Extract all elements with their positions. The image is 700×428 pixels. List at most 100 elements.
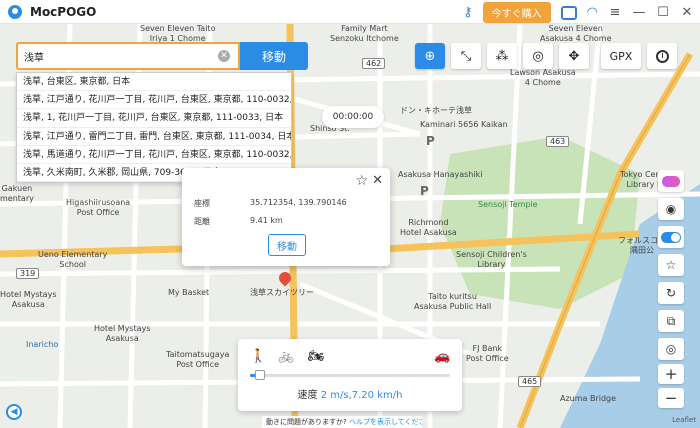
coord-label: 座標 <box>194 199 210 208</box>
bicycle-icon[interactable]: 🚲 <box>278 349 294 364</box>
jump-mode-button[interactable]: ✥ <box>559 43 589 69</box>
leaflet-attribution[interactable]: Leaflet <box>672 416 696 424</box>
back-button[interactable]: ◀ <box>6 404 22 420</box>
car-icon[interactable]: 🚗 <box>434 349 450 364</box>
poi-senso-temple: Sensoji Temple <box>478 200 538 209</box>
zoom-in-button[interactable]: + <box>658 364 684 384</box>
key-icon[interactable]: ⚷ <box>463 5 473 20</box>
suggestion-list: 浅草, 台東区, 東京都, 日本 浅草, 江戸通り, 花川戸一丁目, 花川戸, … <box>16 72 292 184</box>
speed-slider-thumb[interactable] <box>255 370 265 380</box>
speed-prefix: 速度 <box>297 390 318 401</box>
suggestion-item[interactable]: 浅草, 江戸通り, 雷門二丁目, 雷門, 台東区, 東京都, 111-0034,… <box>17 128 291 146</box>
locate-icon: ◎ <box>665 342 677 356</box>
multi-spot-mode-button[interactable]: ⁂ <box>487 43 517 69</box>
maximize-button[interactable]: ☐ <box>656 5 670 20</box>
speed-slider[interactable] <box>250 370 450 380</box>
poi-mystays-left: Hotel Mystays Asakusa <box>0 290 57 309</box>
copy-icon: ⧉ <box>666 313 676 328</box>
poi-kaminari: Kaminari 5656 Kaikan <box>420 120 508 129</box>
poi-taitomatsugaya: Taitomatsugaya Post Office <box>166 350 230 369</box>
teleport-mode-button[interactable]: ⊕ <box>415 43 445 69</box>
right-toolbar: ◉ ☆ ↻ ⧉ ◎ <box>658 170 686 360</box>
road-badge: 465 <box>518 376 542 387</box>
poi-ueno-school: Ueno Elementary School <box>38 250 108 269</box>
locate-button[interactable]: ◎ <box>658 338 684 360</box>
popup-move-button[interactable]: 移動 <box>268 234 306 256</box>
refresh-button[interactable]: ↻ <box>658 282 684 304</box>
jump-icon: ✥ <box>568 48 580 64</box>
close-icon[interactable]: ✕ <box>372 173 383 188</box>
poi-mystays: Hotel Mystays Asakusa <box>94 324 151 343</box>
gift-icon[interactable] <box>560 5 577 20</box>
poi-don-quijote: ドン・キホーテ浅草 <box>400 106 472 115</box>
clear-icon[interactable]: ✕ <box>218 50 230 62</box>
star-icon[interactable]: ☆ <box>355 173 368 189</box>
crosshair-icon: ⊕ <box>424 48 436 64</box>
poi-azuma-bridge: Azuma Bridge <box>560 394 617 403</box>
speed-readout: 速度 2 m/s,7.20 km/h <box>238 386 462 401</box>
refresh-icon: ↻ <box>665 286 677 300</box>
help-link[interactable]: ヘルプを表示してください <box>349 418 422 426</box>
poi-skytree: 浅草スカイツリー <box>250 288 314 297</box>
menu-icon[interactable]: ≡ <box>608 5 622 20</box>
poi-my-basket: My Basket <box>168 288 210 297</box>
walk-icon[interactable]: 🚶 <box>250 349 266 364</box>
close-button[interactable]: ✕ <box>680 5 694 20</box>
two-spot-mode-button[interactable]: ⤡ <box>451 43 481 69</box>
motorcycle-icon[interactable]: 🏍 <box>308 349 325 364</box>
poi-family-mart: Family Mart Senzoku Itchome <box>330 24 399 43</box>
suggestion-item[interactable]: 浅草, 馬道通り, 花川戸一丁目, 花川戸, 台東区, 東京都, 110-003… <box>17 146 291 164</box>
app-title: MocPOGO <box>30 4 97 19</box>
poi-richmond: Richmond Hotel Asakusa <box>400 218 457 237</box>
clock-icon <box>655 49 669 63</box>
toggle-icon <box>661 231 681 243</box>
speed-panel: 🚶 🚲 🏍 🚗 速度 2 m/s,7.20 km/h <box>238 339 462 411</box>
suggestion-item[interactable]: 浅草, 台東区, 東京都, 日本 <box>17 73 291 92</box>
park-area <box>440 136 640 309</box>
gpx-button[interactable]: GPX <box>601 43 641 69</box>
history-button[interactable] <box>647 43 677 69</box>
road-badge: 462 <box>362 58 386 69</box>
poi-kuritsu: Taito kuritsu Asakusa Public Hall <box>414 292 492 311</box>
timer: 00:00:00 <box>322 106 384 128</box>
coord-value: 35.712354, 139.790146 <box>250 198 347 207</box>
poi-senso-library: Sensoji Children's Library <box>456 250 527 269</box>
joystick-icon: ◎ <box>532 48 544 64</box>
wifi-icon[interactable]: ◠ <box>587 5 598 20</box>
poi-seven-eleven-asakusa: Seven Eleven Asakusa 4 Chome <box>540 24 612 43</box>
poi-gakuen: Gakuen mentary <box>0 184 34 203</box>
app-logo-icon <box>8 4 22 19</box>
search-box: ✕ <box>16 42 240 70</box>
minimize-button[interactable]: — <box>632 5 646 20</box>
title-bar: MocPOGO ⚷ 今すぐ購入 ◠ ≡ — ☐ ✕ <box>0 0 700 24</box>
poi-seven-eleven-iriya: Seven Eleven Taito Iriya 1 Chome <box>140 24 216 43</box>
road-badge: 463 <box>546 136 570 147</box>
favorites-button[interactable]: ☆ <box>658 254 684 276</box>
joystick-mode-button[interactable]: ◎ <box>523 43 553 69</box>
buy-now-button[interactable]: 今すぐ購入 <box>482 2 551 23</box>
poi-fj-bank: FJ Bank Post Office <box>466 344 509 363</box>
notice-text: 動きに問題がありますか? <box>266 418 347 426</box>
station-inaricho: Inaricho <box>26 340 59 349</box>
location-popup: ☆ ✕ 座標 35.712354, 139.790146 距離 9.41 km … <box>182 168 390 266</box>
coord-row: 座標 35.712354, 139.790146 <box>194 198 347 209</box>
suggestion-item[interactable]: 浅草, 江戸通り, 花川戸一丁目, 花川戸, 台東区, 東京都, 110-003… <box>17 91 291 110</box>
copy-button[interactable]: ⧉ <box>658 310 684 332</box>
gamepad-icon <box>662 175 680 187</box>
toggle-button[interactable] <box>658 226 684 248</box>
star-icon: ☆ <box>665 258 677 272</box>
search-move-button[interactable]: 移動 <box>240 42 308 70</box>
search-input[interactable] <box>18 50 218 62</box>
multi-spot-icon: ⁂ <box>495 48 509 64</box>
zoom-out-button[interactable]: − <box>658 388 684 408</box>
suggestion-item[interactable]: 浅草, 1, 花川戸一丁目, 花川戸, 台東区, 東京都, 111-0033, … <box>17 109 291 128</box>
speed-value: 2 m/s,7.20 km/h <box>320 390 403 401</box>
mode-toolbar: ⊕ ⤡ ⁂ ◎ ✥ GPX <box>415 43 677 69</box>
distance-row: 距離 9.41 km <box>194 216 283 227</box>
gamepad-button[interactable] <box>658 170 684 192</box>
title-bar-controls: ⚷ 今すぐ購入 ◠ ≡ — ☐ ✕ <box>463 2 694 23</box>
poi-hanayashiki: Asakusa Hanayashiki <box>398 170 483 179</box>
target-button[interactable]: ◉ <box>658 198 684 220</box>
poi-lawson: Lawson Asakusa 4 Chome <box>510 68 576 87</box>
target-icon: ◉ <box>665 202 677 216</box>
